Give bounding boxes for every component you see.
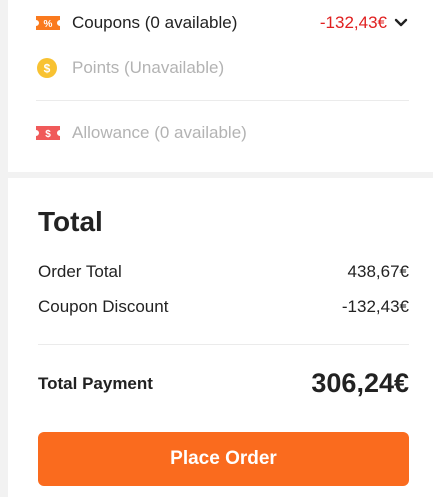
total-payment-row: Total Payment 306,24€ — [38, 368, 409, 399]
coupons-value: -132,43€ — [319, 13, 387, 32]
allowance-label: Allowance (0 available) — [72, 123, 247, 142]
points-row: $ Points (Unavailable) — [36, 55, 409, 81]
payment-options-card: % Coupons (0 available) -132,43€ $ Point… — [8, 0, 433, 172]
total-card: Total Order Total 438,67€ Coupon Discoun… — [8, 178, 433, 497]
allowance-row: $ Allowance (0 available) — [36, 120, 409, 146]
total-title: Total — [38, 206, 103, 237]
divider — [38, 344, 409, 345]
coupon-discount-row: Coupon Discount -132,43€ — [38, 297, 409, 317]
coupon-icon: % — [36, 12, 62, 34]
coupons-row[interactable]: % Coupons (0 available) -132,43€ — [36, 10, 409, 36]
total-payment-label: Total Payment — [38, 373, 153, 393]
points-label: Points (Unavailable) — [72, 58, 225, 77]
place-order-button[interactable]: Place Order — [38, 432, 409, 486]
allowance-ticket-icon: $ — [36, 122, 62, 144]
total-payment-value: 306,24€ — [311, 368, 409, 398]
coupon-discount-value: -132,43€ — [341, 297, 409, 316]
order-total-value: 438,67€ — [347, 262, 409, 281]
order-total-row: Order Total 438,67€ — [38, 262, 409, 282]
order-total-label: Order Total — [38, 262, 122, 281]
svg-text:$: $ — [44, 62, 51, 76]
svg-text:%: % — [44, 19, 53, 30]
coin-icon: $ — [36, 57, 62, 79]
divider — [36, 100, 409, 101]
coupon-discount-label: Coupon Discount — [38, 297, 169, 316]
coupons-label: Coupons (0 available) — [72, 13, 238, 32]
svg-text:$: $ — [45, 129, 51, 140]
chevron-down-icon[interactable] — [393, 15, 409, 31]
